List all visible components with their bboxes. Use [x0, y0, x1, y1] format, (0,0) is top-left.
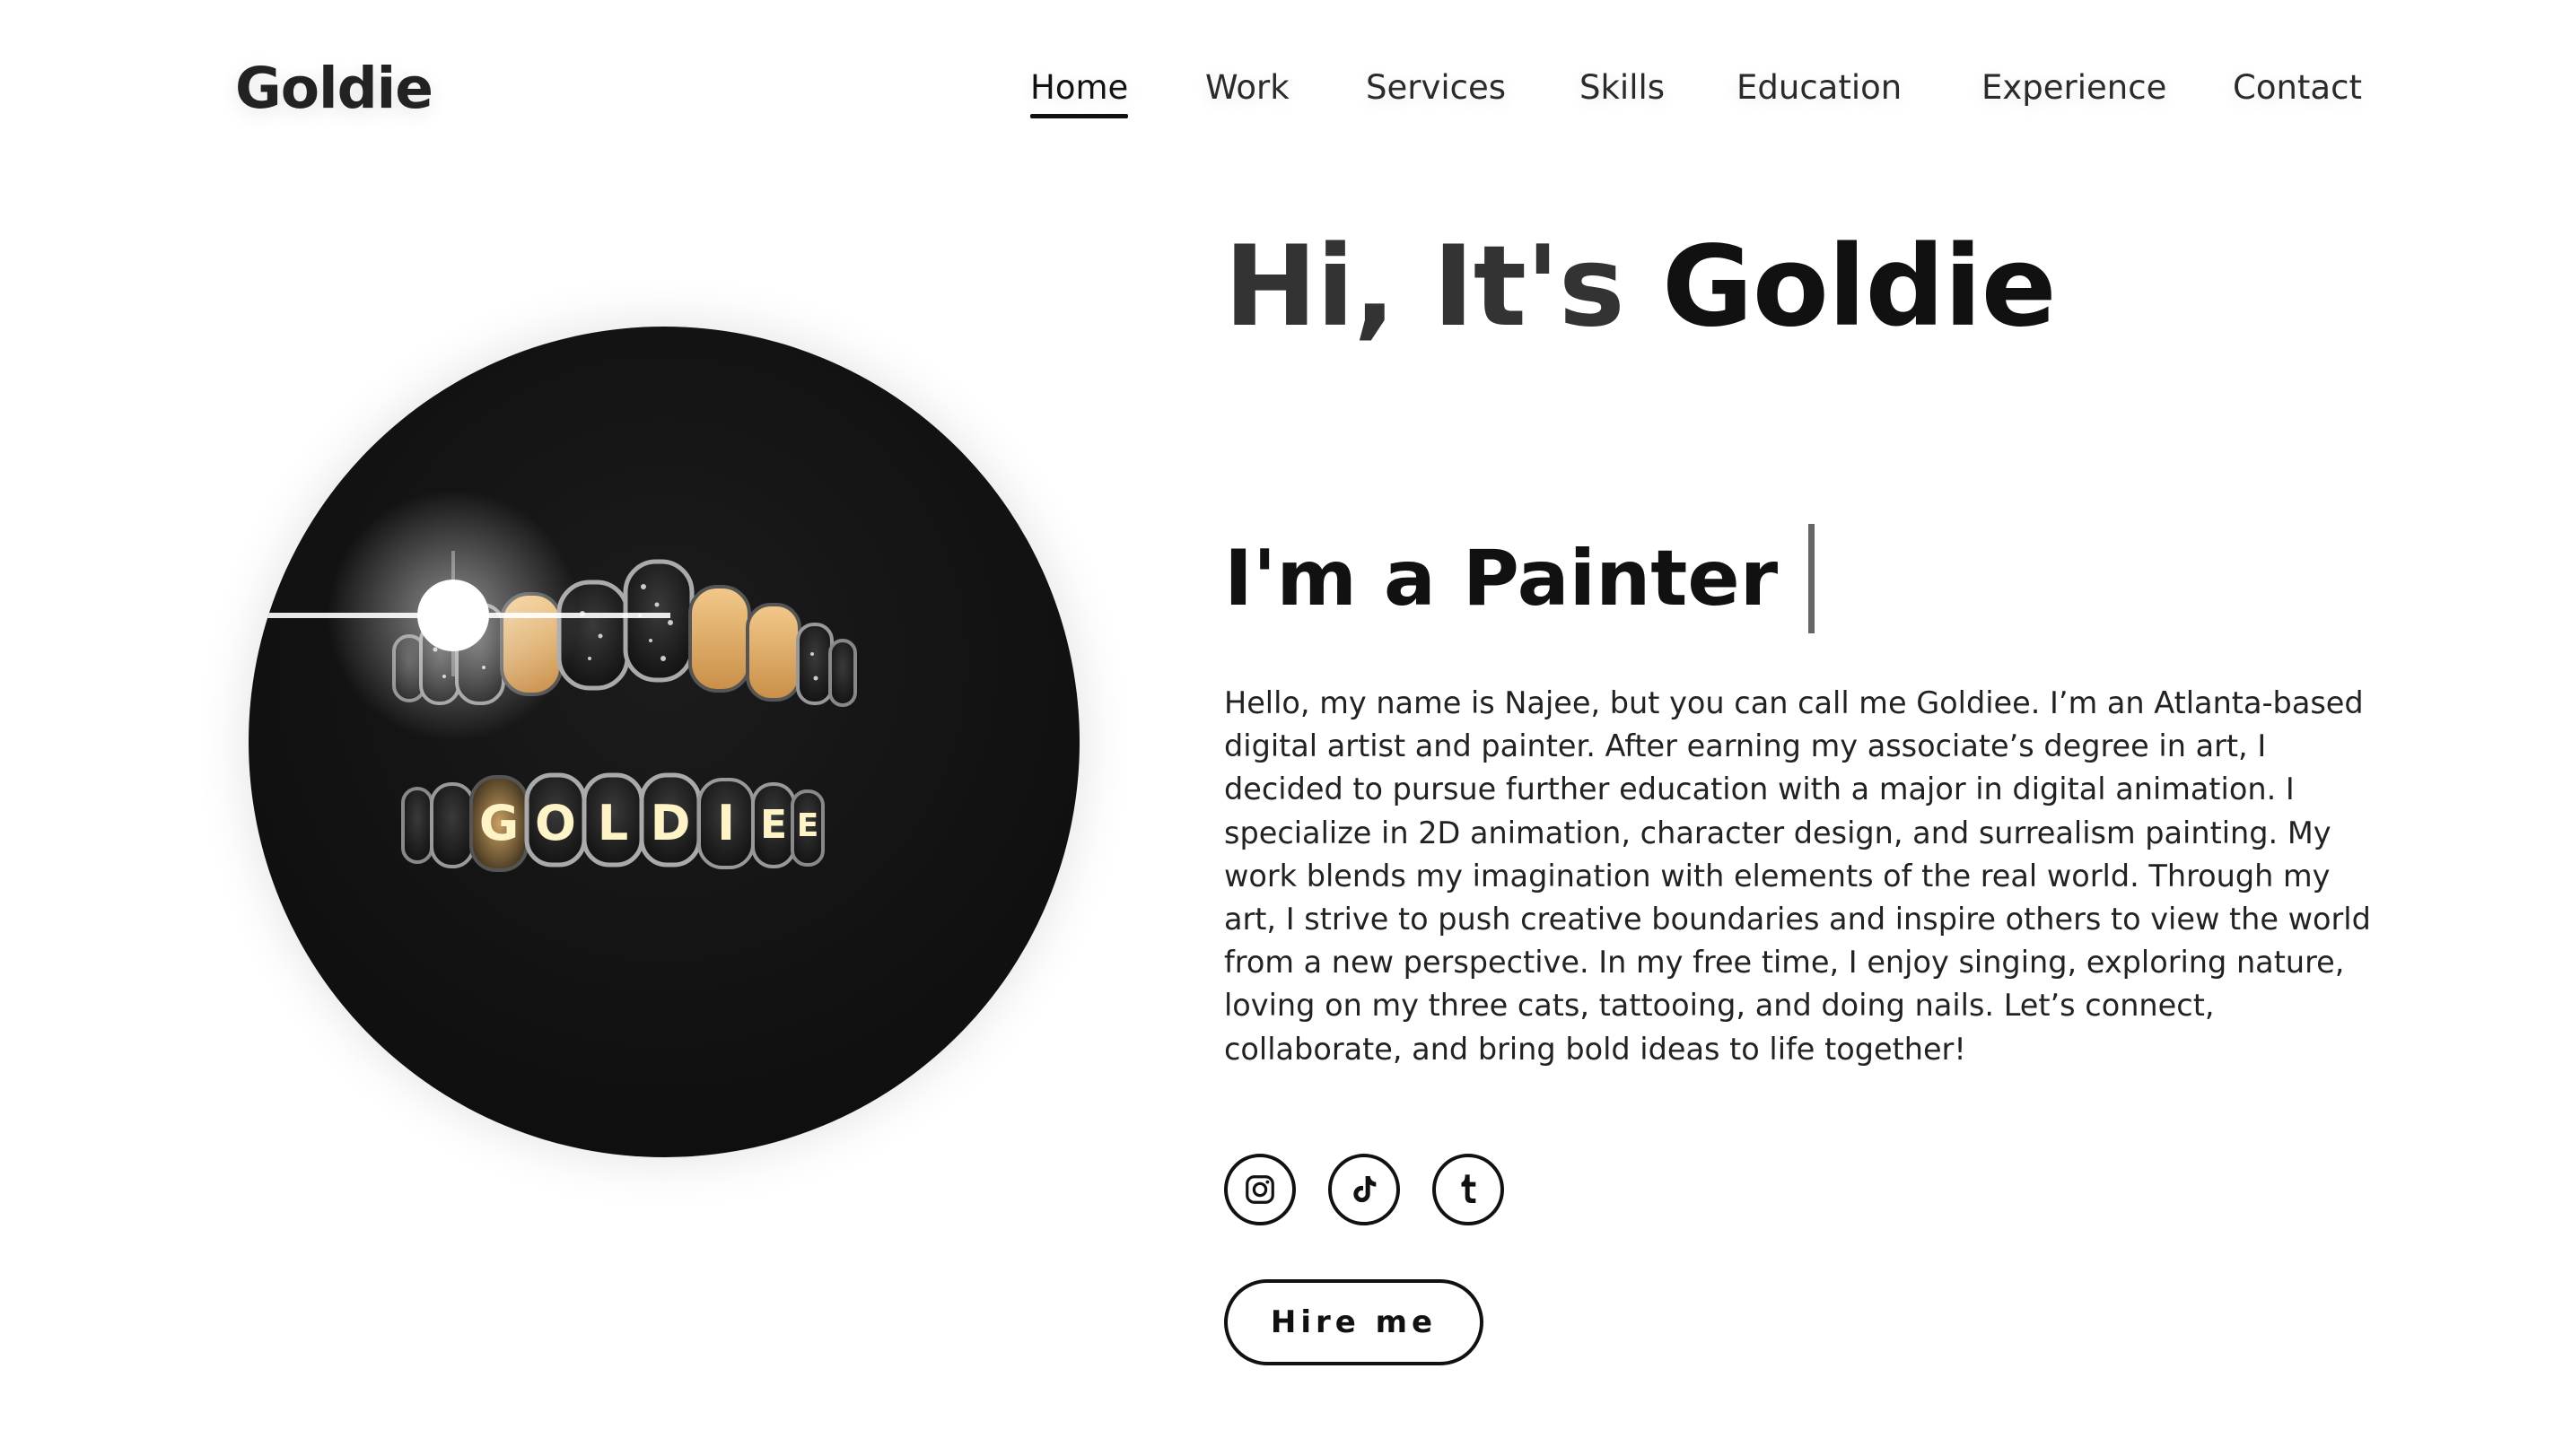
- nav-home-label: Home: [1030, 68, 1129, 107]
- tumblr-icon: [1461, 1174, 1476, 1203]
- nav-experience-label: Experience: [1981, 68, 2167, 107]
- svg-text:E: E: [797, 807, 819, 844]
- nav-services-label: Services: [1366, 68, 1507, 107]
- svg-text:D: D: [651, 795, 691, 851]
- hero-greeting: Hi, It's Goldie: [1224, 222, 2057, 352]
- instagram-link[interactable]: [1224, 1154, 1296, 1225]
- nav-skills-label: Skills: [1579, 68, 1666, 107]
- greeting-prefix: Hi, It's: [1224, 222, 1662, 352]
- tiktok-icon: [1353, 1176, 1377, 1203]
- nav-contact[interactable]: Contact: [2233, 68, 2362, 107]
- tumblr-link[interactable]: [1432, 1154, 1504, 1225]
- nav-home[interactable]: Home: [1030, 68, 1129, 118]
- tiktok-link[interactable]: [1328, 1154, 1400, 1225]
- instagram-icon: [1246, 1175, 1274, 1204]
- nav-education[interactable]: Education: [1736, 68, 1902, 107]
- greeting-name: Goldie: [1661, 222, 2057, 352]
- lens-flare: [249, 490, 670, 741]
- hire-me-button[interactable]: Hire me: [1224, 1279, 1483, 1365]
- svg-text:G: G: [479, 795, 519, 851]
- svg-text:O: O: [535, 795, 576, 851]
- gold-grillz-illustration: G O L D I E E: [249, 490, 857, 872]
- role-typing-text: I'm a Painter: [1224, 524, 1815, 633]
- typing-cursor: [1808, 524, 1815, 633]
- svg-text:I: I: [717, 795, 735, 851]
- nav-work-label: Work: [1205, 68, 1290, 107]
- nav-skills[interactable]: Skills: [1579, 68, 1665, 107]
- svg-text:L: L: [598, 795, 628, 851]
- site-logo[interactable]: Goldie: [235, 56, 433, 121]
- bio-paragraph: Hello, my name is Najee, but you can cal…: [1224, 685, 2371, 1067]
- nav-work[interactable]: Work: [1205, 68, 1290, 107]
- profile-artwork: G O L D I E E: [249, 327, 1080, 1157]
- nav-contact-label: Contact: [2233, 68, 2362, 107]
- nav-services[interactable]: Services: [1366, 68, 1506, 107]
- nav-education-label: Education: [1736, 68, 1903, 107]
- role-text: I'm a Painter: [1224, 534, 1779, 623]
- active-nav-underline: [1030, 114, 1129, 118]
- svg-text:E: E: [760, 802, 787, 848]
- portfolio-home-page: Goldie Home Work Services Skills Educati…: [0, 0, 2563, 1456]
- nav-experience[interactable]: Experience: [1981, 68, 2166, 107]
